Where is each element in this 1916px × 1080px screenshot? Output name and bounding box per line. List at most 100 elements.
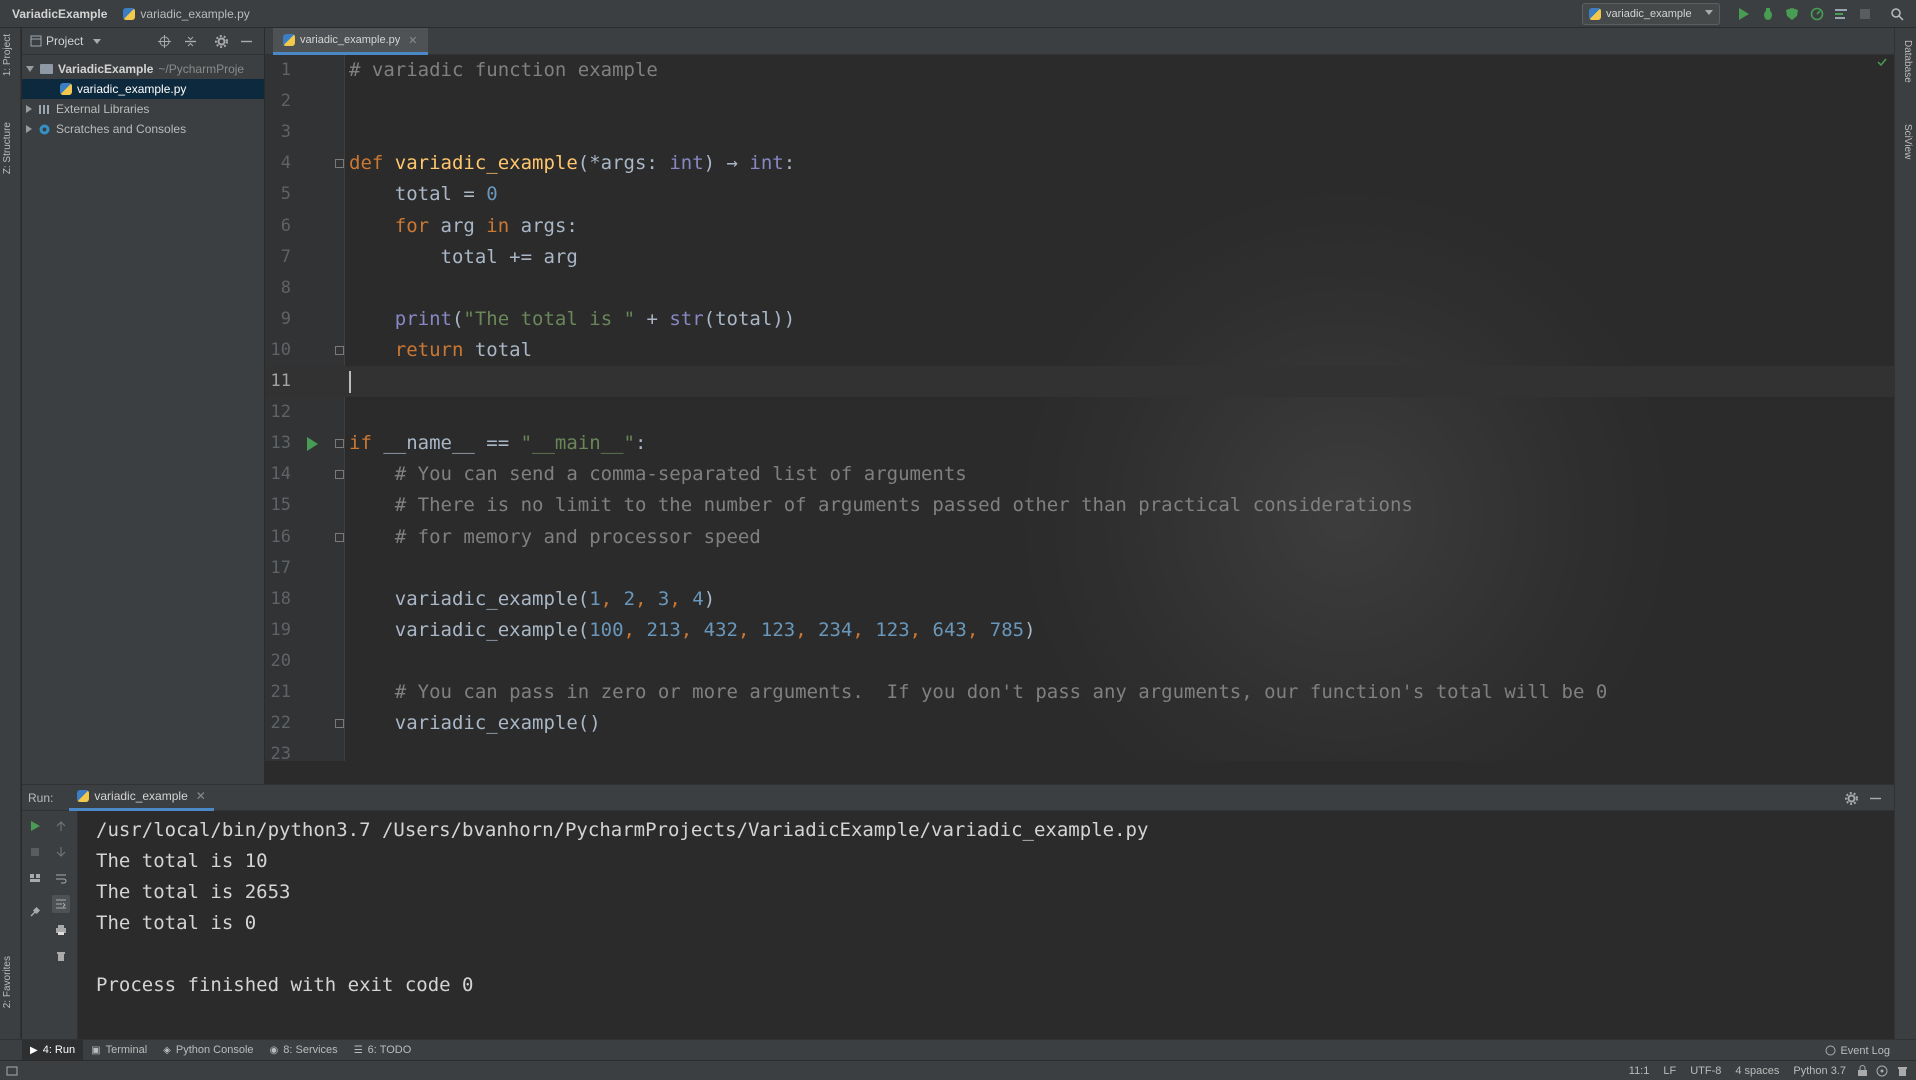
scroll-up-button[interactable] — [52, 817, 70, 835]
fold-marker-icon[interactable] — [335, 470, 344, 480]
profile-button[interactable] — [1808, 5, 1826, 23]
favorites-tool-tab[interactable]: 2: Favorites — [2, 956, 13, 1008]
scroll-down-button[interactable] — [52, 843, 70, 861]
stop-button[interactable] — [1856, 5, 1874, 23]
fold-marker-icon[interactable] — [335, 159, 344, 169]
project-view-select[interactable]: Project — [46, 34, 83, 48]
fold-marker-icon[interactable] — [335, 439, 344, 449]
event-log-button[interactable]: Event Log — [1825, 1040, 1890, 1061]
rerun-button[interactable] — [26, 817, 44, 835]
trash-icon[interactable] — [1897, 1065, 1908, 1077]
toggle-tool-windows-icon[interactable] — [6, 1065, 18, 1077]
code-line[interactable]: 8 — [265, 273, 1894, 304]
database-tool-tab[interactable]: Database — [1902, 40, 1913, 83]
run-configuration-select[interactable]: variadic_example — [1582, 3, 1720, 25]
search-everywhere-button[interactable] — [1888, 5, 1906, 23]
editor-tab-variadic-example[interactable]: variadic_example.py ✕ — [273, 28, 428, 55]
project-name[interactable]: VariadicExample — [0, 7, 107, 21]
code-line[interactable]: 7 total += arg — [265, 242, 1894, 273]
expand-arrow-icon[interactable] — [26, 105, 32, 113]
python-interpreter[interactable]: Python 3.7 — [1793, 1065, 1846, 1077]
soft-wrap-button[interactable] — [52, 869, 70, 887]
clear-output-button[interactable] — [52, 947, 70, 965]
minimize-icon[interactable] — [240, 35, 253, 48]
tool-tab-python-console[interactable]: ◈ Python Console — [155, 1040, 261, 1061]
stop-run-button[interactable] — [26, 843, 44, 861]
tool-tab-8-services[interactable]: ◉ 8: Services — [262, 1040, 346, 1061]
code-line[interactable]: 1 # variadic function example — [265, 55, 1894, 86]
tool-tab-terminal[interactable]: ▣ Terminal — [83, 1040, 155, 1061]
run-tab-variadic-example[interactable]: variadic_example ✕ — [69, 785, 214, 811]
inspector-icon[interactable] — [1876, 1065, 1888, 1077]
run-gutter-icon[interactable] — [307, 437, 318, 452]
code-line[interactable]: 20 — [265, 646, 1894, 677]
close-icon[interactable]: ✕ — [408, 34, 417, 47]
code-line[interactable]: 3 — [265, 117, 1894, 148]
scroll-to-end-button[interactable] — [52, 895, 70, 913]
code-token: 785 — [989, 618, 1025, 641]
code-line[interactable]: 5 total = 0 — [265, 179, 1894, 210]
text-caret — [349, 370, 351, 393]
code-line[interactable]: 4 def variadic_example(*args: int) → int: — [265, 148, 1894, 179]
line-number: 8 — [280, 277, 291, 298]
code-line[interactable]: 14 # You can send a comma-separated list… — [265, 459, 1894, 490]
expand-arrow-icon[interactable] — [26, 66, 34, 72]
close-icon[interactable]: ✕ — [196, 789, 206, 803]
code-line[interactable]: 17 — [265, 553, 1894, 584]
code-line[interactable]: 15 # There is no limit to the number of … — [265, 490, 1894, 521]
line-separator[interactable]: LF — [1663, 1065, 1676, 1077]
run-console-output[interactable]: /usr/local/bin/python3.7 /Users/bvanhorn… — [96, 815, 1148, 1001]
event-log-icon — [1825, 1045, 1836, 1056]
code-token: str — [669, 307, 704, 330]
code-line[interactable]: 2 — [265, 86, 1894, 117]
tool-tab-4-run[interactable]: ▶ 4: Run — [22, 1039, 84, 1061]
indent-setting[interactable]: 4 spaces — [1735, 1065, 1779, 1077]
structure-tool-tab[interactable]: Z: Structure — [2, 122, 13, 174]
run-button[interactable] — [1735, 5, 1753, 23]
gear-icon[interactable] — [215, 35, 228, 48]
pin-tab-button[interactable] — [26, 903, 44, 921]
code-line[interactable]: 22 variadic_example() — [265, 708, 1894, 739]
project-tool-tab[interactable]: 1: Project — [2, 34, 13, 76]
code-line[interactable]: 10 return total — [265, 335, 1894, 366]
line-number: 5 — [280, 184, 291, 205]
tree-item-external-libraries[interactable]: External Libraries — [22, 99, 264, 119]
gear-icon[interactable] — [1845, 792, 1858, 805]
editor-scrollbar[interactable] — [1877, 55, 1887, 761]
breadcrumb-file[interactable]: variadic_example.py — [123, 7, 250, 21]
code-line[interactable]: 12 — [265, 397, 1894, 428]
code-line[interactable]: 18 variadic_example(1, 2, 3, 4) — [265, 584, 1894, 615]
print-button[interactable] — [52, 921, 70, 939]
right-tool-stripe: Database SciView — [1894, 28, 1916, 1054]
debug-button[interactable] — [1759, 5, 1777, 23]
concurrency-button[interactable] — [1832, 5, 1850, 23]
code-line[interactable]: 13 if __name__ == "__main__": — [265, 428, 1894, 459]
tree-item-project-root[interactable]: VariadicExample ~/PycharmProje — [22, 59, 264, 79]
sciview-tool-tab[interactable]: SciView — [1902, 124, 1913, 159]
caret-position[interactable]: 11:1 — [1629, 1065, 1650, 1077]
layout-button[interactable] — [26, 869, 44, 887]
tree-item-variadic-file[interactable]: variadic_example.py — [22, 79, 264, 99]
minimize-icon[interactable] — [1869, 792, 1882, 805]
code-line[interactable]: 23 — [265, 739, 1894, 761]
code-line[interactable]: 16 # for memory and processor speed — [265, 522, 1894, 553]
code-token: "__main__" — [520, 432, 635, 455]
tool-tab-6-todo[interactable]: ☰ 6: TODO — [346, 1040, 420, 1061]
code-line[interactable]: 9 print("The total is " + str(total)) — [265, 304, 1894, 335]
expand-arrow-icon[interactable] — [26, 125, 32, 133]
code-line[interactable]: 11 — [265, 366, 1894, 397]
file-encoding[interactable]: UTF-8 — [1690, 1065, 1721, 1077]
fold-marker-icon[interactable] — [335, 345, 344, 355]
code-editor[interactable]: 1 # variadic function example 2 3 4 def varia… — [265, 55, 1894, 761]
coverage-button[interactable] — [1783, 5, 1801, 23]
tree-item-scratches[interactable]: Scratches and Consoles — [22, 119, 264, 139]
code-line[interactable]: 6 for arg in args: — [265, 211, 1894, 242]
lock-icon[interactable] — [1857, 1065, 1868, 1077]
code-token: ( — [451, 307, 464, 330]
fold-marker-icon[interactable] — [335, 719, 344, 729]
fold-marker-icon[interactable] — [335, 532, 344, 542]
locate-icon[interactable] — [158, 35, 171, 48]
code-line[interactable]: 19 variadic_example(100, 213, 432, 123, … — [265, 615, 1894, 646]
collapse-all-icon[interactable] — [184, 35, 197, 48]
code-line[interactable]: 21 # You can pass in zero or more argume… — [265, 677, 1894, 708]
